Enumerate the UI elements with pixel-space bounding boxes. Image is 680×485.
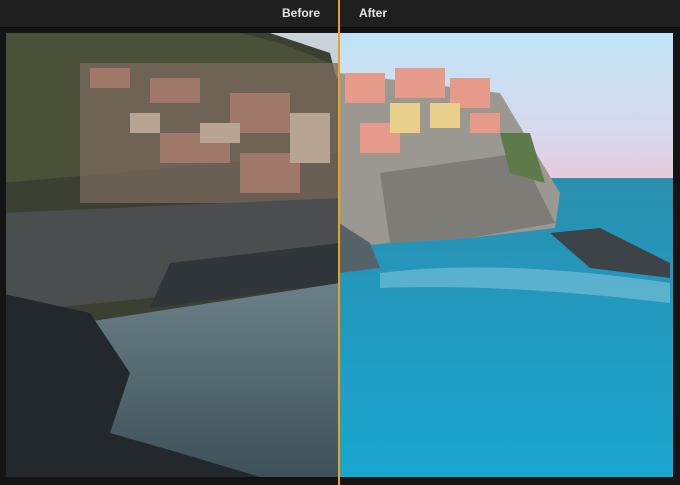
after-image	[339, 33, 673, 477]
after-label: After	[359, 6, 388, 20]
before-image	[6, 33, 339, 477]
comparison-divider-handle[interactable]	[338, 0, 340, 485]
comparison-header: Before After	[0, 0, 680, 28]
before-label: Before	[281, 6, 320, 20]
